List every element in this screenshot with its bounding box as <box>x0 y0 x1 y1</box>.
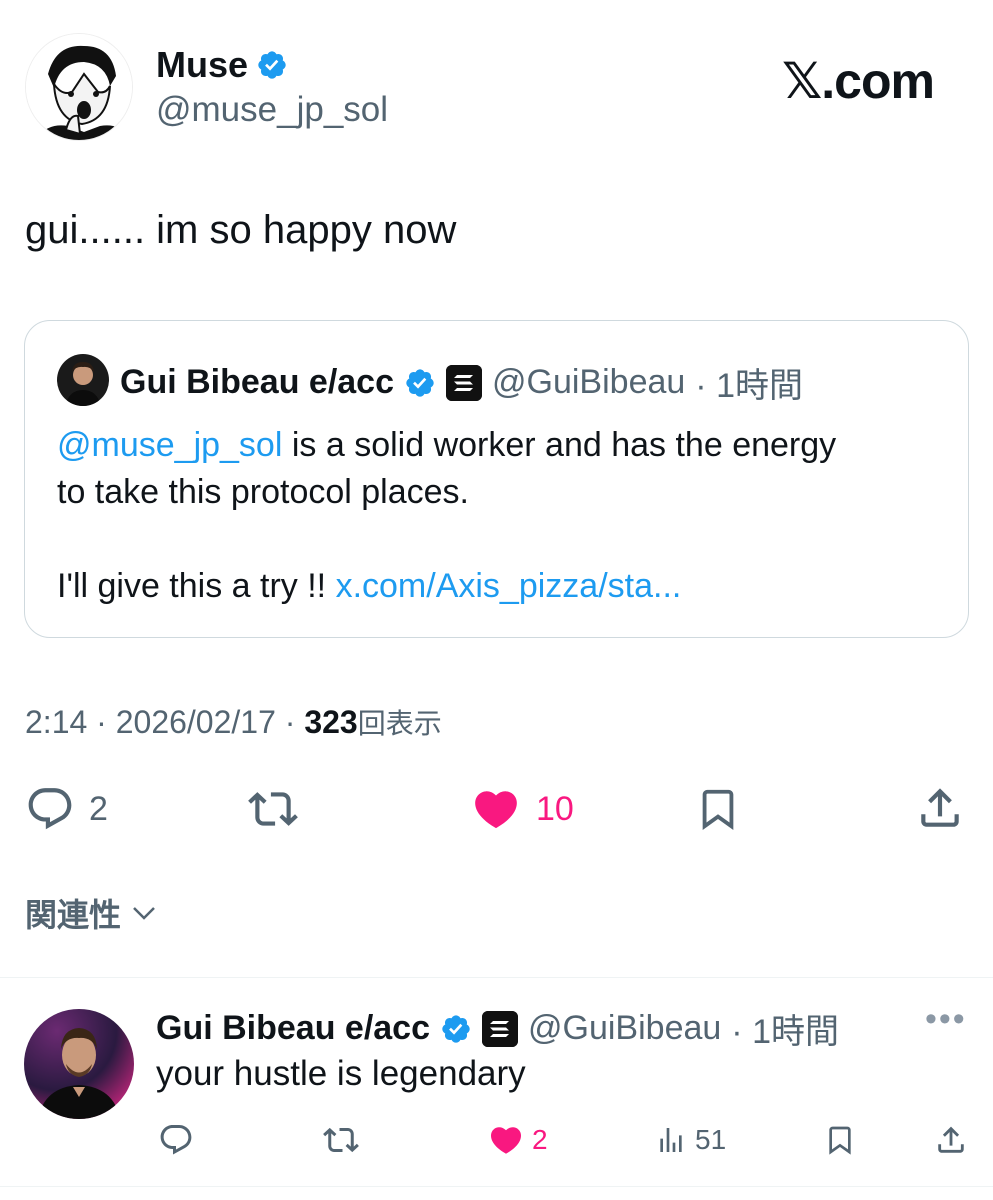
views-chart-icon <box>660 1128 682 1152</box>
divider <box>0 1186 993 1187</box>
views-label: 回表示 <box>357 708 442 739</box>
reply-timestamp: · 1時間 <box>731 1013 839 1051</box>
retweet-button[interactable] <box>245 784 301 834</box>
meta-separator: · <box>275 704 305 740</box>
author-name-row[interactable]: Muse <box>156 44 288 86</box>
reply-views-count: 51 <box>695 1124 727 1155</box>
reply-author-name[interactable]: Gui Bibeau e/acc <box>156 1009 430 1048</box>
tweet-meta: 2:14 · 2026/02/17 · 323回表示 <box>25 702 442 742</box>
reply-count: 2 <box>89 789 108 828</box>
share-icon <box>938 1126 964 1153</box>
quote-url-link[interactable]: x.com/Axis_pizza/sta... <box>336 567 682 605</box>
verified-badge-icon <box>440 1013 472 1045</box>
bookmark-icon <box>702 789 734 830</box>
quote-author-avatar[interactable] <box>57 354 109 406</box>
sort-label: 関連性 <box>25 897 122 933</box>
quote-line-3: I'll give this a try !! x.com/Axis_pizza… <box>57 563 947 610</box>
reply-retweet-button[interactable] <box>322 1122 360 1158</box>
retweet-icon <box>323 1127 359 1153</box>
quote-body: @muse_jp_sol is a solid worker and has t… <box>57 422 947 610</box>
quote-author-name[interactable]: Gui Bibeau e/acc <box>120 363 394 402</box>
verified-badge-icon <box>256 49 288 81</box>
tweet-time[interactable]: 2:14 <box>25 704 87 740</box>
author-handle[interactable]: @muse_jp_sol <box>156 90 388 130</box>
tweet-text: gui...... im so happy now <box>25 208 457 252</box>
reply-reply-button[interactable] <box>158 1122 194 1158</box>
x-com-logo: 𝕏.com <box>782 53 935 109</box>
quote-line-1: @muse_jp_sol is a solid worker and has t… <box>57 422 947 469</box>
reply-button[interactable]: 2 <box>25 784 108 834</box>
like-button[interactable]: 10 <box>470 784 574 834</box>
heart-filled-icon <box>490 1127 522 1154</box>
divider <box>0 977 993 978</box>
share-button[interactable] <box>915 782 965 834</box>
tweet-date[interactable]: 2026/02/17 <box>116 704 276 740</box>
reply-bookmark-button[interactable] <box>824 1122 856 1158</box>
views-count: 323 <box>304 704 358 740</box>
reply-icon <box>160 1125 192 1155</box>
reply-like-count: 2 <box>532 1124 548 1155</box>
like-count: 10 <box>536 789 574 828</box>
solana-org-badge-icon <box>482 1010 518 1047</box>
quote-line-2: to take this protocol places. <box>57 473 470 511</box>
quote-line-3-text: I'll give this a try !! <box>57 567 336 605</box>
quote-mention-link[interactable]: @muse_jp_sol <box>57 426 282 464</box>
author-name[interactable]: Muse <box>156 44 248 86</box>
heart-filled-icon <box>475 791 517 829</box>
reply-author-handle[interactable]: @GuiBibeau <box>528 1009 721 1048</box>
reply-author-avatar[interactable] <box>24 1009 134 1119</box>
retweet-icon <box>248 792 298 826</box>
reply-icon <box>28 788 72 830</box>
author-avatar[interactable] <box>25 33 133 141</box>
meta-separator: · <box>87 704 116 740</box>
reply-header: Gui Bibeau e/acc @GuiBibeau · 1時間 <box>156 1004 839 1053</box>
quote-blank-line <box>57 516 947 563</box>
chevron-down-icon <box>133 907 155 920</box>
bookmark-icon <box>829 1126 851 1155</box>
reply-share-button[interactable] <box>934 1122 968 1158</box>
quote-line-1-text: is a solid worker and has the energy <box>282 426 837 464</box>
reply-text: your hustle is legendary <box>156 1054 526 1093</box>
quote-timestamp: · 1時間 <box>695 367 803 405</box>
quote-author-handle[interactable]: @GuiBibeau <box>492 363 685 402</box>
more-options-icon[interactable]: ••• <box>925 1000 967 1039</box>
reply-views-button[interactable]: 51 <box>655 1122 726 1158</box>
solana-org-badge-icon <box>446 364 482 401</box>
quote-header: Gui Bibeau e/acc @GuiBibeau · 1時間 <box>120 358 803 407</box>
verified-badge-icon <box>404 367 436 399</box>
share-icon <box>921 788 959 827</box>
bookmark-button[interactable] <box>695 784 741 834</box>
reply-like-button[interactable]: 2 <box>488 1122 548 1158</box>
reply-sort-dropdown[interactable]: 関連性 <box>25 890 159 936</box>
